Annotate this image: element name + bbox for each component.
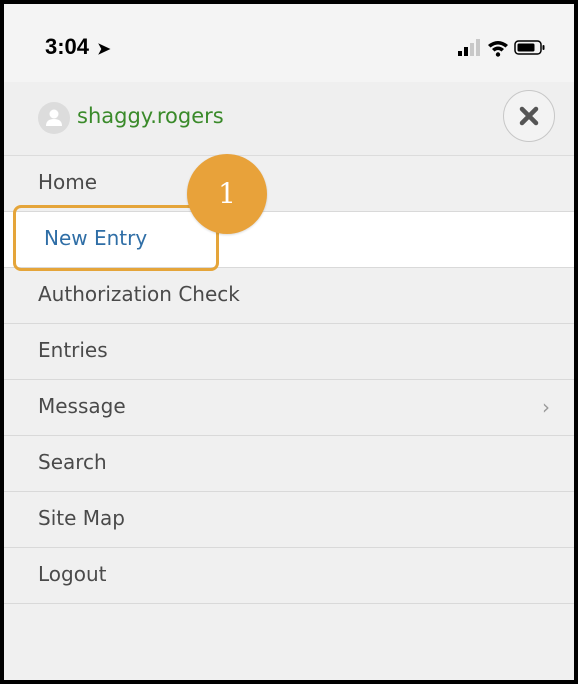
chevron-right-icon: › xyxy=(542,395,550,419)
status-time: 3:04 ➤ xyxy=(45,34,111,60)
menu-item-label: Message xyxy=(38,394,126,418)
menu-item-logout[interactable]: Logout xyxy=(4,548,574,604)
menu-item-label: Site Map xyxy=(38,506,125,530)
menu-item-authorization-check[interactable]: Authorization Check xyxy=(4,268,574,324)
menu-item-label: Search xyxy=(38,450,107,474)
menu-item-label: Home xyxy=(38,170,98,194)
menu-item-message[interactable]: Message › xyxy=(4,380,574,436)
battery-icon xyxy=(514,40,545,55)
annotation-step-badge: 1 xyxy=(187,154,267,234)
close-button[interactable] xyxy=(503,90,555,142)
status-icons-svg xyxy=(458,39,545,57)
menu-item-search[interactable]: Search xyxy=(4,436,574,492)
status-icons xyxy=(458,38,548,57)
menu-item-label: Entries xyxy=(38,338,108,362)
user-avatar-icon xyxy=(38,102,70,134)
time-text: 3:04 xyxy=(45,34,90,59)
status-bar: 3:04 ➤ xyxy=(4,4,574,82)
user-header: shaggy.rogers xyxy=(4,82,574,156)
close-icon xyxy=(519,106,539,126)
phone-screen-frame: 3:04 ➤ shaggy.rogers Home New Entry Auth… xyxy=(0,0,578,684)
menu-item-site-map[interactable]: Site Map xyxy=(4,492,574,548)
wifi-icon xyxy=(488,41,508,57)
menu-item-home[interactable]: Home xyxy=(4,156,574,212)
username-link[interactable]: shaggy.rogers xyxy=(77,104,224,128)
location-arrow-icon: ➤ xyxy=(97,41,111,58)
avatar-svg xyxy=(46,109,62,126)
annotation-highlight-box xyxy=(13,205,219,271)
menu-item-label: Authorization Check xyxy=(38,282,240,306)
signal-icon xyxy=(458,39,480,56)
menu-item-label: Logout xyxy=(38,562,107,586)
menu-item-entries[interactable]: Entries xyxy=(4,324,574,380)
